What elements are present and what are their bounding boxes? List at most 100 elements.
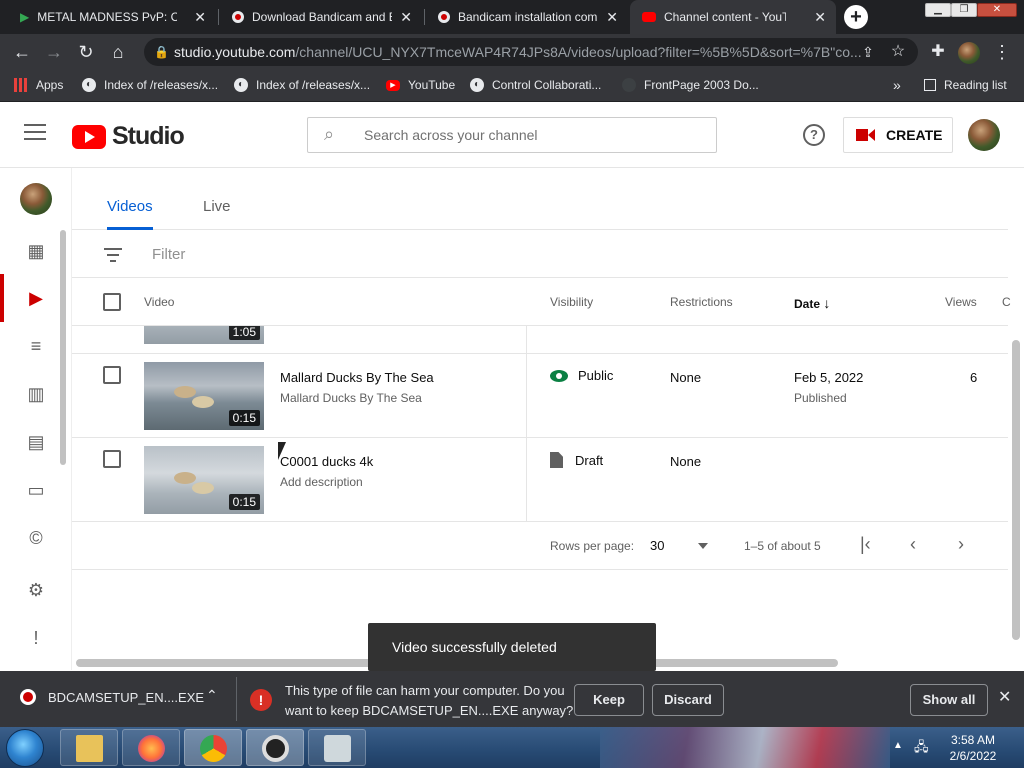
video-duration: 0:15 (228, 494, 260, 510)
dashboard-icon[interactable]: ▦ (24, 239, 48, 263)
previous-page-icon[interactable]: ‹ (910, 534, 916, 555)
subtitles-icon[interactable]: ▭ (24, 478, 48, 502)
back-arrow-icon[interactable]: ← (10, 40, 34, 64)
share-icon[interactable]: ⇪ (856, 40, 880, 64)
chevron-down-icon[interactable] (698, 543, 708, 549)
comments-icon[interactable]: ▤ (24, 430, 48, 454)
browser-tab-strip: ▶ METAL MADNESS PvP: Car ✕ Download Band… (0, 0, 1024, 34)
visibility-value: Draft (575, 452, 604, 468)
visibility-cell[interactable]: Public (550, 368, 613, 383)
tray-expand-icon[interactable]: ▲ (893, 740, 903, 751)
content-icon[interactable]: ▶ (24, 286, 48, 310)
firefox-icon[interactable] (122, 729, 180, 766)
tab-live[interactable]: Live (203, 198, 231, 215)
select-all-checkbox[interactable] (103, 293, 121, 311)
feedback-icon[interactable]: ! (24, 626, 48, 650)
discard-button[interactable]: Discard (652, 684, 724, 716)
browser-tab-active[interactable]: Channel content - YouTube ✕ (630, 0, 836, 34)
keep-button[interactable]: Keep (574, 684, 644, 716)
download-item[interactable]: BDCAMSETUP_EN....EXE (20, 689, 204, 705)
bookmark-frontpage[interactable]: FrontPage 2003 Do... (622, 70, 759, 100)
reading-list-button[interactable]: Reading list (924, 70, 1007, 100)
content-vertical-scrollbar[interactable] (1012, 340, 1020, 640)
close-window-button[interactable]: ✕ (977, 3, 1017, 17)
bookmark-star-icon[interactable]: ☆ (886, 40, 910, 64)
browser-tab-3[interactable]: Bandicam installation comp ✕ (426, 0, 628, 34)
video-thumbnail[interactable]: 0:15 (144, 446, 264, 514)
bookmark-index-1[interactable]: ◐ Index of /releases/x... (82, 70, 218, 100)
file-explorer-icon[interactable] (60, 729, 118, 766)
extensions-puzzle-icon[interactable]: ✚ (926, 40, 950, 64)
bandicam-icon[interactable] (246, 729, 304, 766)
reload-icon[interactable]: ↻ (74, 40, 98, 64)
browser-tab-1[interactable]: ▶ METAL MADNESS PvP: Car ✕ (8, 0, 216, 34)
video-thumbnail[interactable]: 1:05 (144, 326, 264, 344)
analytics-icon[interactable]: ▥ (24, 382, 48, 406)
close-tab-icon[interactable]: ✕ (606, 9, 618, 26)
profile-avatar[interactable] (958, 42, 980, 64)
new-tab-button[interactable]: + (844, 5, 868, 29)
video-title[interactable]: Mallard Ducks By The Sea (280, 370, 434, 385)
rows-per-page-select[interactable]: 30 (650, 538, 664, 553)
more-bookmarks-chevron-icon[interactable]: » (893, 70, 901, 100)
system-clock[interactable]: 3:58 AM 2/6/2022 (946, 732, 1000, 764)
video-thumbnail[interactable]: 0:15 (144, 362, 264, 430)
table-row[interactable]: 0:15 Mallard Ducks By The Sea Mallard Du… (72, 354, 1008, 438)
close-download-bar-icon[interactable]: ✕ (998, 687, 1011, 707)
settings-gear-icon[interactable]: ⚙ (24, 578, 48, 602)
network-app-icon[interactable] (308, 729, 366, 766)
forward-arrow-icon[interactable]: → (42, 40, 66, 64)
bookmark-control-collab[interactable]: ◐ Control Collaborati... (470, 70, 601, 100)
close-tab-icon[interactable]: ✕ (400, 9, 412, 26)
row-checkbox[interactable] (103, 366, 121, 384)
network-tray-icon[interactable]: 🖧 (914, 738, 929, 760)
close-tab-icon[interactable]: ✕ (194, 9, 206, 26)
restore-button[interactable]: ❐ (951, 3, 977, 17)
create-button[interactable]: CREATE (843, 117, 953, 153)
home-icon[interactable]: ⌂ (106, 40, 130, 64)
copyright-icon[interactable]: © (24, 526, 48, 550)
visibility-cell[interactable]: Draft (550, 452, 603, 468)
download-warning-text: This type of file can harm your computer… (285, 683, 574, 718)
browser-tab-2[interactable]: Download Bandicam and B ✕ (220, 0, 422, 34)
draft-document-icon (550, 452, 563, 468)
windows-start-button[interactable] (6, 729, 44, 767)
filter-icon[interactable] (104, 248, 122, 262)
studio-sidebar: ▦ ▶ ≡ ▥ ▤ ▭ © ⚙ ! (0, 168, 72, 670)
browser-tab-title: Bandicam installation comp (458, 10, 598, 24)
help-icon[interactable]: ? (803, 124, 825, 146)
show-all-button[interactable]: Show all (910, 684, 988, 716)
pagination-bar: Rows per page: 30 1–5 of about 5 |‹ ‹ › (72, 522, 1008, 570)
row-checkbox[interactable] (103, 450, 121, 468)
menu-kebab-icon[interactable]: ⋮ (990, 40, 1014, 64)
minimize-button[interactable]: ▁ (925, 3, 951, 17)
video-description[interactable]: Add description (280, 475, 363, 489)
next-page-icon[interactable]: › (958, 534, 964, 555)
chevron-up-icon[interactable]: ⌃ (206, 687, 218, 704)
chrome-icon[interactable] (184, 729, 242, 766)
channel-search[interactable]: ⌕ (307, 117, 717, 153)
filter-input[interactable] (152, 240, 552, 268)
channel-avatar[interactable] (20, 183, 52, 215)
lock-icon: 🔒 (154, 45, 169, 59)
sidebar-scrollbar[interactable] (60, 230, 66, 465)
column-date[interactable]: Date ↓ (794, 295, 830, 311)
bookmark-index-2[interactable]: ◐ Index of /releases/x... (234, 70, 370, 100)
date-status: Published (794, 391, 847, 405)
table-row[interactable]: 0:15 C0001 ducks 4k Add description Draf… (72, 438, 1008, 522)
video-title[interactable]: C0001 ducks 4k (280, 454, 373, 469)
address-bar[interactable]: 🔒 studio.youtube.com/channel/UCU_NYX7Tmc… (144, 38, 918, 66)
close-tab-icon[interactable]: ✕ (814, 9, 826, 26)
blank-page-icon (622, 78, 636, 92)
studio-logo[interactable]: Studio (72, 122, 185, 151)
table-row[interactable]: 1:05 (72, 326, 1008, 354)
search-input[interactable] (364, 118, 704, 152)
playlists-icon[interactable]: ≡ (24, 334, 48, 358)
bookmark-apps[interactable]: Apps (14, 70, 63, 100)
bookmark-youtube[interactable]: ▶ YouTube (386, 70, 455, 100)
account-avatar[interactable] (968, 119, 1000, 151)
tab-videos[interactable]: Videos (107, 198, 153, 215)
bookmark-label: Control Collaborati... (492, 78, 602, 92)
hamburger-menu-icon[interactable] (24, 124, 46, 142)
first-page-icon[interactable]: |‹ (860, 534, 871, 555)
